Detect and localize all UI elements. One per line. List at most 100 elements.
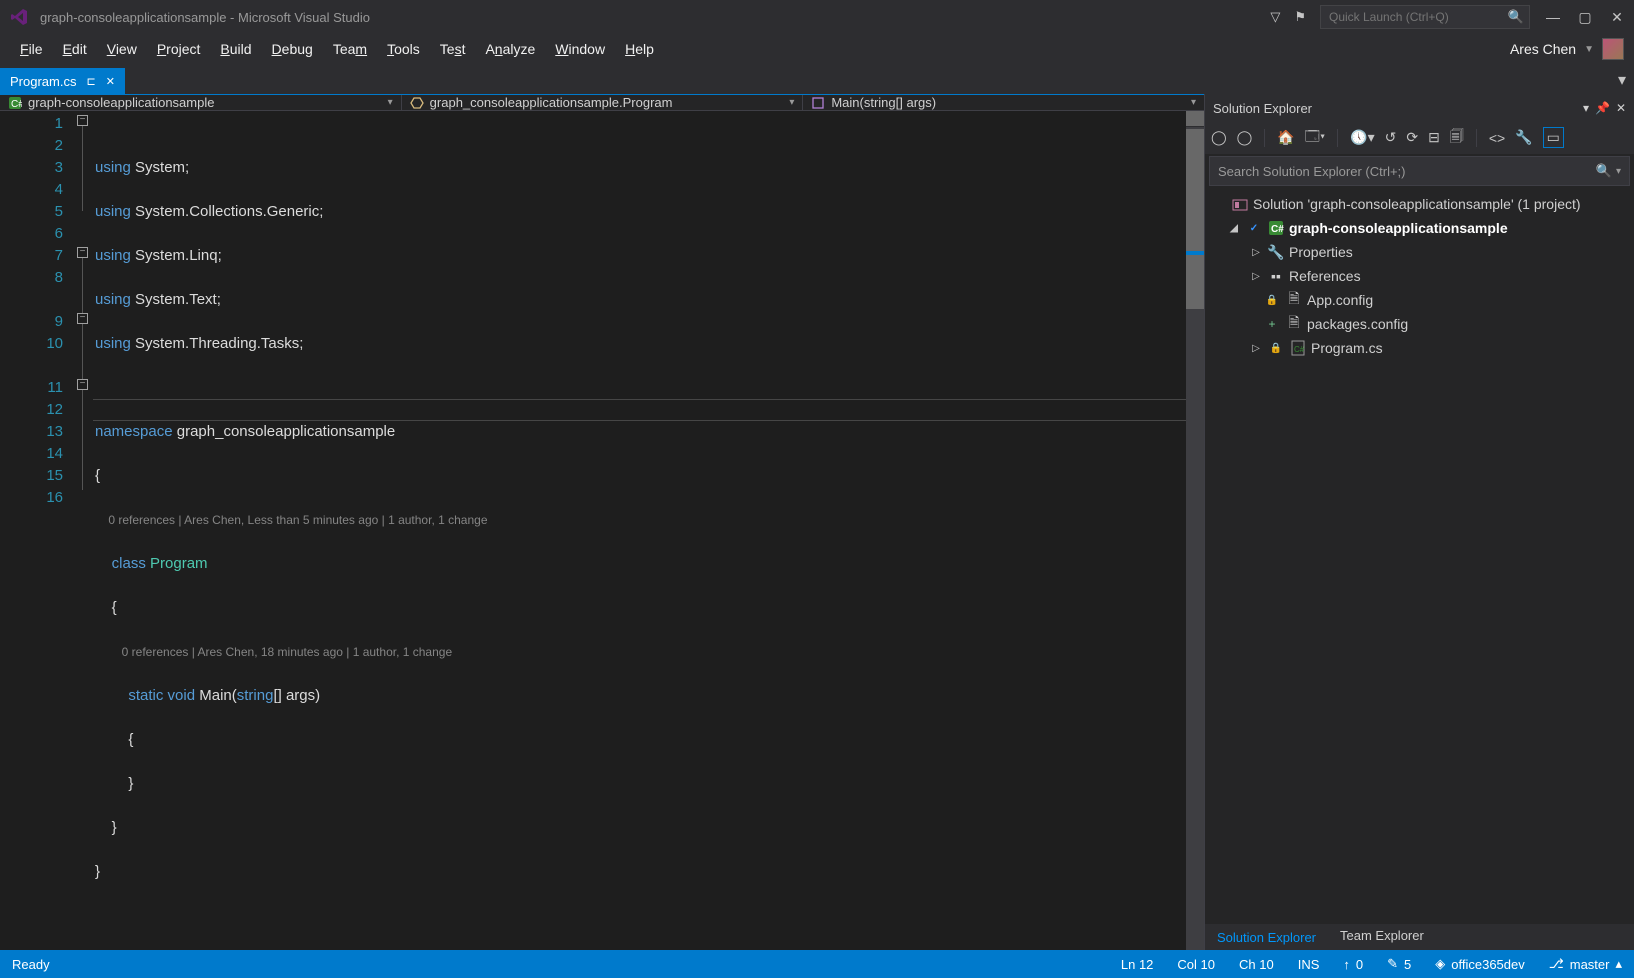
arrow-up-icon: ↑ (1343, 957, 1350, 972)
status-pending-changes[interactable]: ✎5 (1387, 956, 1411, 972)
window-position-icon[interactable]: ▾ (1583, 101, 1589, 115)
scope-icon[interactable]: 🗔▾ (1305, 126, 1325, 150)
solution-tree: Solution 'graph-consoleapplicationsample… (1205, 188, 1634, 924)
expander-icon[interactable]: ▷ (1249, 343, 1263, 354)
menu-help[interactable]: Help (615, 37, 664, 61)
menu-analyze[interactable]: Analyze (475, 37, 545, 61)
status-line[interactable]: Ln 12 (1121, 957, 1154, 972)
avatar[interactable] (1602, 38, 1624, 60)
quick-launch-wrap: 🔍 (1320, 5, 1530, 29)
show-all-files-icon[interactable]: 🗐 (1450, 126, 1464, 150)
branch-icon: ⎇ (1549, 956, 1564, 972)
menu-edit[interactable]: Edit (53, 37, 97, 61)
collapse-all-icon[interactable]: ⊟ (1428, 129, 1440, 146)
home-icon[interactable]: 🏠 (1277, 129, 1294, 146)
close-icon[interactable]: ✕ (1616, 101, 1626, 115)
tab-solution-explorer[interactable]: Solution Explorer (1205, 924, 1328, 950)
expander-icon[interactable]: ◢ (1227, 223, 1241, 234)
nav-member-combo[interactable]: Main(string[] args) ▾ (803, 95, 1204, 110)
search-dropdown-icon[interactable]: ▾ (1616, 166, 1621, 177)
pin-icon[interactable]: ⊏ (86, 75, 95, 88)
vs-logo-icon (8, 6, 30, 28)
signed-in-user[interactable]: Ares Chen (1510, 41, 1576, 57)
code-icon[interactable]: <> (1489, 130, 1505, 146)
menu-file[interactable]: File (10, 37, 53, 61)
status-char[interactable]: Ch 10 (1239, 957, 1274, 972)
quick-launch-input[interactable] (1320, 5, 1530, 29)
menu-debug[interactable]: Debug (262, 37, 323, 61)
code-text[interactable]: using System; using System.Collections.G… (93, 111, 1186, 950)
solution-explorer-search[interactable]: Search Solution Explorer (Ctrl+;) 🔍 ▾ (1209, 156, 1630, 186)
menu-project[interactable]: Project (147, 37, 211, 61)
window-title: graph-consoleapplicationsample - Microso… (40, 10, 370, 25)
properties-icon[interactable]: 🔧 (1515, 129, 1532, 146)
user-dropdown-icon[interactable]: ▼ (1584, 44, 1594, 55)
forward-icon[interactable]: ◯ (1237, 129, 1253, 146)
menu-view[interactable]: View (97, 37, 147, 61)
refresh-icon[interactable]: ⟳ (1406, 129, 1418, 146)
close-button[interactable]: ✕ (1608, 9, 1626, 26)
status-unpushed[interactable]: ↑0 (1343, 957, 1363, 972)
menu-bar: File Edit View Project Build Debug Team … (0, 34, 1634, 64)
nav-project-combo[interactable]: C# graph-consoleapplicationsample ▾ (0, 95, 402, 110)
expander-icon[interactable]: ▷ (1249, 247, 1263, 258)
current-line-highlight (93, 399, 1186, 421)
menu-window[interactable]: Window (545, 37, 615, 61)
menu-build[interactable]: Build (210, 37, 261, 61)
chevron-down-icon: ▾ (789, 97, 794, 108)
tree-properties-node[interactable]: ▷ 🔧 Properties (1205, 240, 1634, 264)
tree-appconfig-node[interactable]: 🔒 🗎 App.config (1205, 288, 1634, 312)
fold-toggle[interactable]: − (77, 313, 88, 324)
tab-program-cs[interactable]: Program.cs ⊏ ✕ (0, 68, 125, 94)
feedback-icon[interactable]: ⚑ (1294, 9, 1306, 25)
search-icon[interactable]: 🔍 (1596, 163, 1612, 179)
vertical-scrollbar[interactable]: ▾ (1186, 111, 1204, 950)
back-icon[interactable]: ◯ (1211, 129, 1227, 146)
nav-member-label: Main(string[] args) (831, 95, 936, 110)
code-body[interactable]: 1 2 3 4 5 6 7 8 9 10 11 12 13 14 15 16 − (0, 111, 1204, 950)
notifications-filter-icon[interactable]: ▽ (1270, 9, 1280, 25)
minimize-button[interactable]: — (1544, 9, 1562, 25)
status-ready: Ready (12, 957, 50, 972)
config-file-icon: 🗎 (1285, 288, 1303, 312)
search-icon[interactable]: 🔍 (1508, 9, 1524, 25)
codelens-class[interactable]: 0 references | Ares Chen, Less than 5 mi… (108, 513, 487, 527)
svg-text:C#: C# (1294, 345, 1305, 354)
search-placeholder: Search Solution Explorer (Ctrl+;) (1218, 164, 1406, 179)
solution-explorer-header: Solution Explorer ▾ 📌 ✕ (1205, 94, 1634, 122)
status-repo[interactable]: ◈office365dev (1435, 956, 1525, 972)
tree-node-label: Program.cs (1311, 340, 1383, 356)
tree-project-node[interactable]: ◢ ✓ C# graph-consoleapplicationsample (1205, 216, 1634, 240)
split-handle[interactable] (1186, 111, 1204, 127)
maximize-button[interactable]: ▢ (1576, 9, 1594, 26)
preview-selected-icon[interactable]: ▭ (1543, 127, 1564, 148)
pending-changes-filter-icon[interactable]: 🕔▾ (1350, 129, 1374, 146)
tree-programcs-node[interactable]: ▷ 🔒 C# Program.cs (1205, 336, 1634, 360)
menu-team[interactable]: Team (323, 37, 377, 61)
tree-packagesconfig-node[interactable]: + 🗎 packages.config (1205, 312, 1634, 336)
expander-icon[interactable]: ▷ (1249, 271, 1263, 282)
tree-solution-node[interactable]: Solution 'graph-consoleapplicationsample… (1205, 192, 1634, 216)
status-col[interactable]: Col 10 (1177, 957, 1215, 972)
tree-references-node[interactable]: ▷ ▪▪ References (1205, 264, 1634, 288)
fold-toggle[interactable]: − (77, 379, 88, 390)
csharp-file-icon: C# (1289, 340, 1307, 356)
sync-icon[interactable]: ↺ (1385, 129, 1397, 146)
status-ins[interactable]: INS (1298, 957, 1320, 972)
fold-toggle[interactable]: − (77, 115, 88, 126)
menu-tools[interactable]: Tools (377, 37, 430, 61)
tab-team-explorer[interactable]: Team Explorer (1328, 924, 1436, 950)
close-icon[interactable]: ✕ (106, 75, 115, 88)
side-panel-tabs: Solution Explorer Team Explorer (1205, 924, 1634, 950)
tab-label: Program.cs (10, 74, 76, 89)
fold-toggle[interactable]: − (77, 247, 88, 258)
scroll-thumb[interactable] (1186, 129, 1204, 309)
nav-class-combo[interactable]: graph_consoleapplicationsample.Program ▾ (402, 95, 804, 110)
editor-pane: C# graph-consoleapplicationsample ▾ grap… (0, 94, 1204, 950)
pin-icon[interactable]: 📌 (1595, 101, 1610, 115)
solution-explorer-title: Solution Explorer (1213, 101, 1312, 116)
codelens-method[interactable]: 0 references | Ares Chen, 18 minutes ago… (122, 645, 452, 659)
menu-test[interactable]: Test (430, 37, 476, 61)
tab-overflow-icon[interactable]: ▾ (1610, 66, 1634, 94)
status-branch[interactable]: ⎇master ▴ (1549, 956, 1622, 972)
